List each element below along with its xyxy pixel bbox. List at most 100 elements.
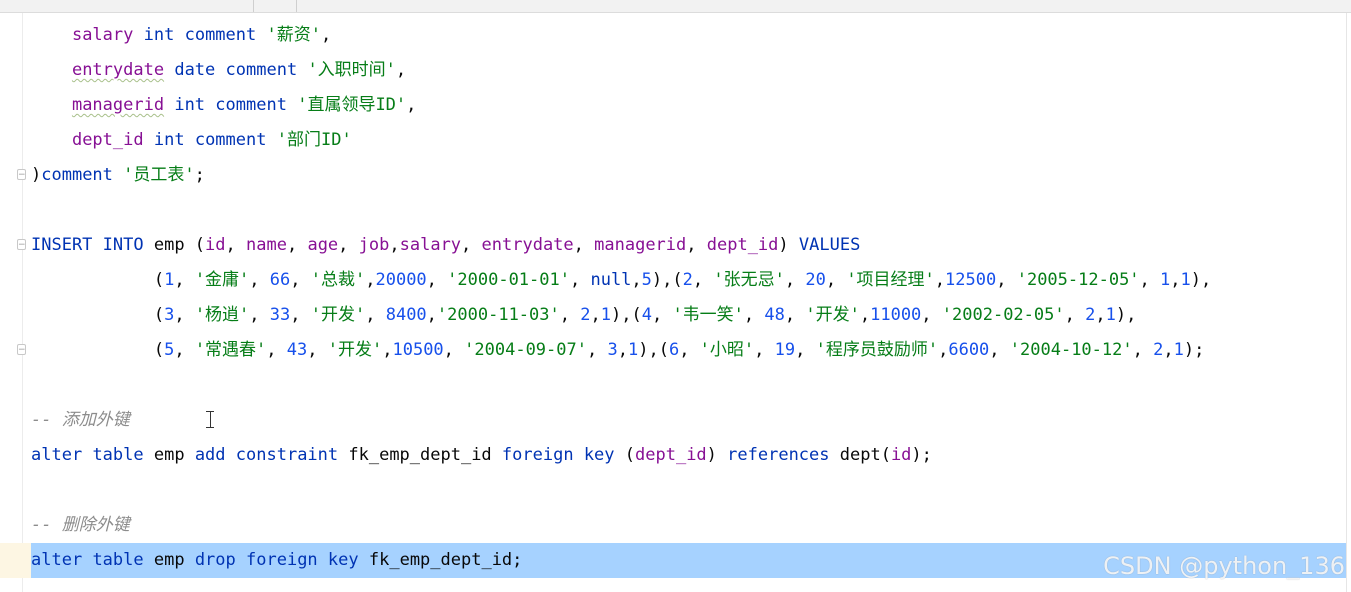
code-token: fk_emp_dept_id — [338, 445, 502, 465]
code-line[interactable]: −)comment '员工表'; — [0, 158, 1346, 193]
code-token: 11000 — [870, 305, 922, 325]
code-token: , — [784, 270, 806, 290]
code-token: '常遇春' — [194, 340, 267, 360]
code-text: managerid int comment '直属领导ID', — [31, 88, 416, 123]
code-token: , — [389, 235, 400, 255]
code-token: age — [307, 235, 339, 255]
code-token: ( — [614, 445, 636, 465]
code-token: comment — [194, 130, 267, 150]
code-token: 20000 — [375, 270, 427, 290]
code-token: name — [246, 235, 287, 255]
code-line[interactable]: -- 添加外键 — [0, 403, 1346, 438]
code-token: comment — [184, 25, 257, 45]
code-line[interactable]: entrydate date comment '入职时间', — [0, 53, 1346, 88]
code-token: 3 — [164, 305, 175, 325]
code-token: INSERT — [31, 235, 93, 255]
code-token: comment — [225, 60, 298, 80]
code-token: ( — [153, 340, 165, 360]
code-text: -- 添加外键 — [31, 403, 130, 438]
code-token: , — [174, 305, 195, 325]
code-line[interactable]: (1, '金庸', 66, '总裁',20000, '2000-01-01', … — [0, 263, 1346, 298]
code-line[interactable]: − (5, '常遇春', 43, '开发',10500, '2004-09-07… — [0, 333, 1346, 368]
code-token: '员工表' — [123, 165, 195, 185]
code-text: (3, '杨逍', 33, '开发', 8400,'2000-11-03', 2… — [31, 298, 1137, 333]
code-text: -- 删除外键 — [31, 508, 130, 543]
code-token: ); — [1183, 340, 1205, 360]
code-editor[interactable]: salary int comment '薪资', entrydate date … — [0, 18, 1346, 578]
code-line[interactable] — [0, 193, 1346, 228]
code-token: managerid — [594, 235, 687, 255]
fold-marker-icon[interactable]: − — [17, 239, 26, 250]
code-token: ( — [153, 305, 165, 325]
code-token: '2005-12-05' — [1016, 270, 1140, 290]
editor-right-margin — [1346, 13, 1347, 592]
code-token: , — [249, 305, 270, 325]
fold-marker-icon[interactable]: − — [17, 344, 26, 355]
code-token: '部门ID' — [276, 130, 352, 150]
code-token: dept( — [829, 445, 891, 465]
code-token: , — [365, 270, 376, 290]
code-token: emp ( — [143, 235, 206, 255]
code-token: '入职时间' — [307, 60, 396, 80]
code-line[interactable] — [0, 368, 1346, 403]
code-token: , — [692, 270, 714, 290]
code-token: , — [290, 305, 311, 325]
code-line[interactable]: dept_id int comment '部门ID' — [0, 123, 1346, 158]
code-token: add — [194, 445, 226, 465]
code-token: , — [631, 270, 642, 290]
code-token: -- 删除外键 — [31, 515, 130, 535]
code-token: , — [938, 340, 949, 360]
code-line[interactable]: managerid int comment '直属领导ID', — [0, 88, 1346, 123]
code-token: , — [743, 305, 765, 325]
code-token: , — [1139, 270, 1161, 290]
code-token: emp — [143, 445, 195, 465]
code-token: , — [395, 60, 407, 80]
code-token: , — [989, 340, 1010, 360]
code-token: 2 — [682, 270, 693, 290]
code-token: '直属领导ID' — [297, 95, 407, 115]
code-token: dept_id — [71, 130, 144, 150]
code-line[interactable]: alter table emp add constraint fk_emp_de… — [0, 438, 1346, 473]
code-line[interactable]: salary int comment '薪资', — [0, 18, 1346, 53]
code-line[interactable]: (3, '杨逍', 33, '开发', 8400,'2000-11-03', 2… — [0, 298, 1346, 333]
code-token: , — [825, 270, 847, 290]
code-token: ; — [194, 165, 205, 185]
code-token: null — [590, 270, 632, 290]
code-token: 66 — [269, 270, 291, 290]
code-token: , — [290, 270, 311, 290]
code-token: comment — [41, 165, 113, 185]
code-token: foreign — [246, 550, 318, 570]
code-token: table — [92, 550, 144, 570]
code-token: comment — [215, 95, 287, 115]
code-token: 1 — [627, 340, 639, 360]
code-token: , — [569, 270, 591, 290]
code-token: , — [586, 340, 608, 360]
code-token: dept_id — [706, 235, 779, 255]
code-line[interactable] — [0, 473, 1346, 508]
code-token: 43 — [286, 340, 308, 360]
code-text: INSERT INTO emp (id, name, age, job,sala… — [31, 228, 860, 263]
code-token: 33 — [269, 305, 291, 325]
code-token: ), — [1115, 305, 1137, 325]
code-token: , — [754, 340, 775, 360]
code-token: 19 — [774, 340, 796, 360]
code-token: 6 — [668, 340, 680, 360]
code-token: job — [358, 235, 390, 255]
code-token: , — [573, 235, 595, 255]
code-text: entrydate date comment '入职时间', — [31, 53, 406, 88]
code-token: '2000-01-01' — [447, 270, 570, 290]
code-token: , — [307, 340, 328, 360]
code-token: salary — [71, 25, 134, 45]
code-line[interactable]: -- 删除外键 — [0, 508, 1346, 543]
code-line[interactable]: − INSERT INTO emp (id, name, age, job,sal… — [0, 228, 1346, 263]
fold-marker-icon[interactable]: − — [17, 169, 26, 180]
